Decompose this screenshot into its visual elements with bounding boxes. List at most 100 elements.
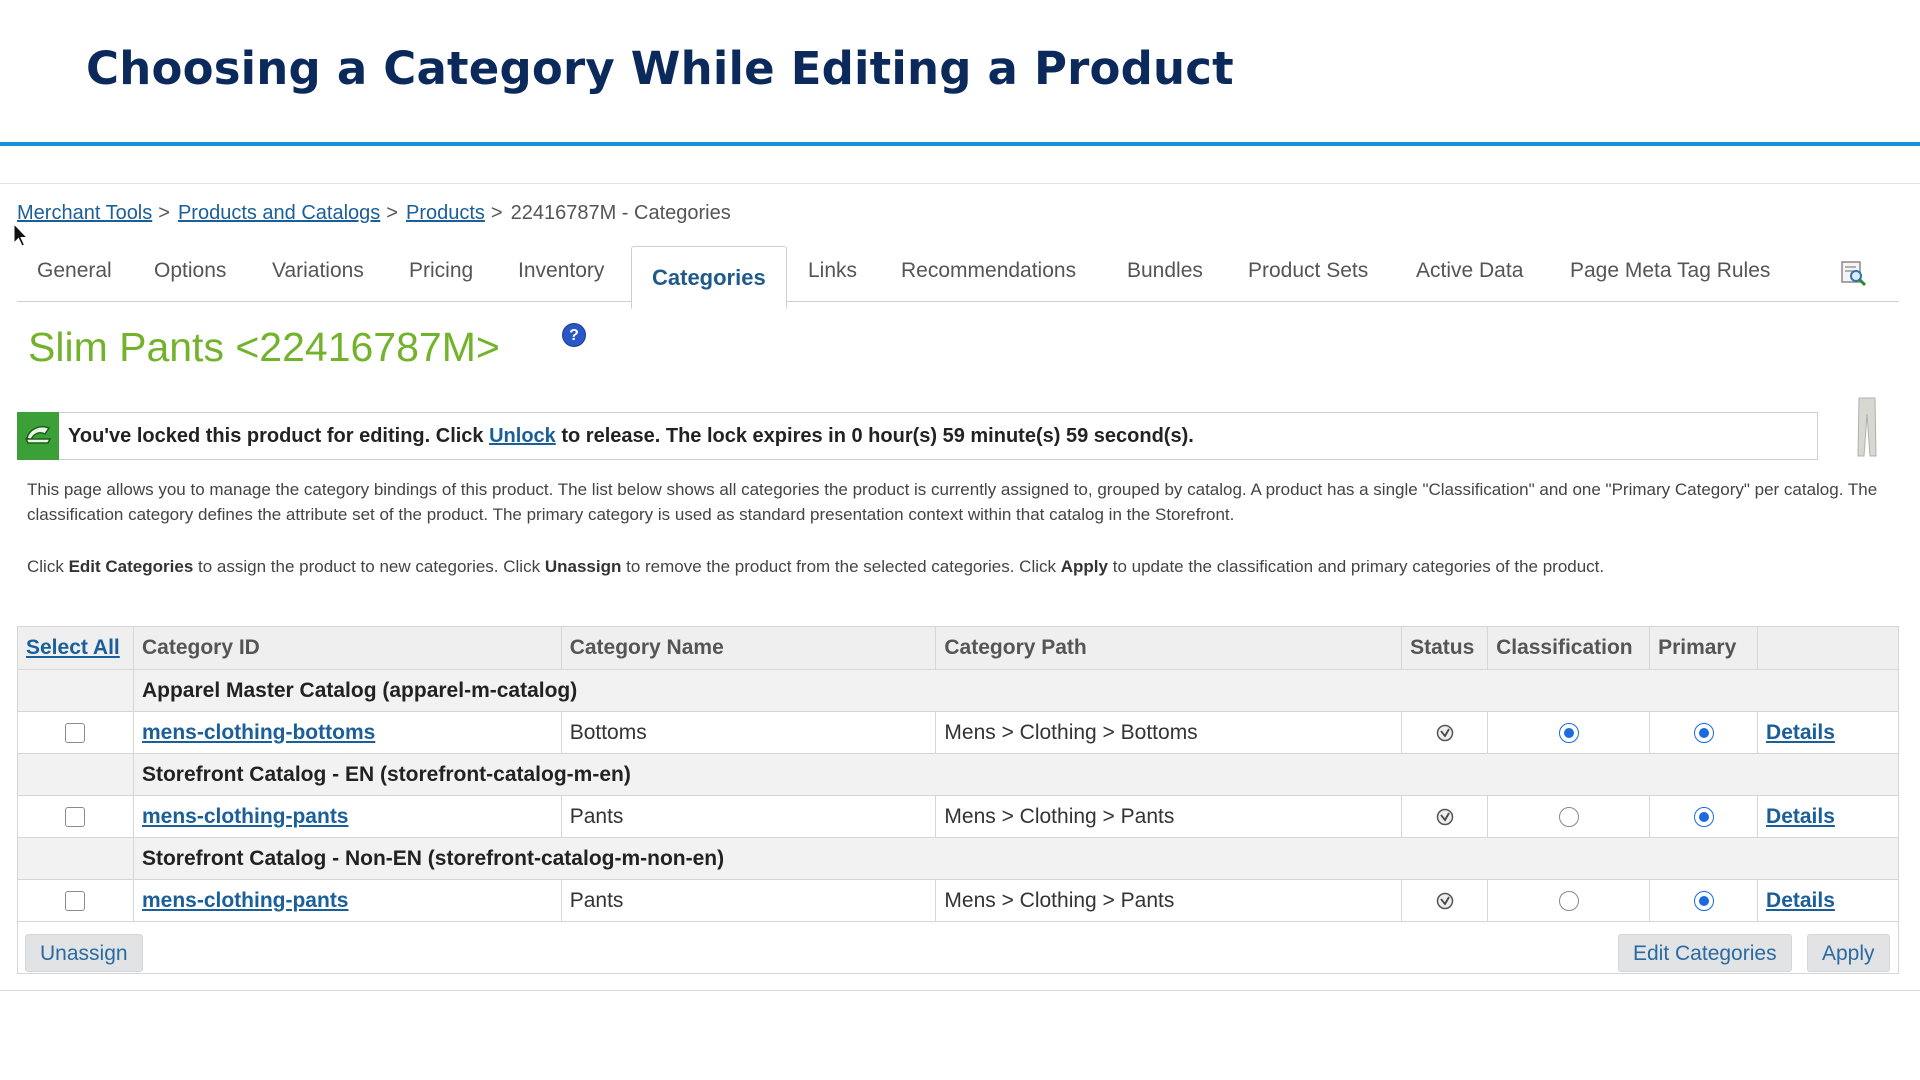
primary-cell [1649, 795, 1759, 838]
primary-header: Primary [1649, 626, 1759, 670]
select-all-header: Select All [17, 626, 134, 670]
status-cell [1401, 795, 1489, 838]
category-id-header: Category ID [132, 626, 562, 670]
breadcrumb-current: 22416787M - Categories [510, 202, 731, 224]
product-title: Slim Pants <22416787M> [28, 324, 500, 370]
product-thumbnail[interactable] [1853, 396, 1881, 458]
row-select-cell [17, 795, 134, 838]
classification-radio[interactable] [1558, 722, 1579, 743]
tab-general[interactable]: General [37, 243, 112, 301]
table-footer-row [17, 921, 1899, 974]
online-status-icon [1436, 892, 1453, 910]
tab-active-data[interactable]: Active Data [1416, 243, 1523, 301]
breadcrumb-merchant-tools[interactable]: Merchant Tools [17, 202, 152, 224]
select-all-link[interactable]: Select All [26, 636, 120, 659]
table-row: mens-clothing-pants Pants Mens > Clothin… [17, 795, 1899, 838]
details-cell: Details [1757, 795, 1899, 838]
table-row: mens-clothing-pants Pants Mens > Clothin… [17, 879, 1899, 922]
catalog-name: Storefront Catalog - EN (storefront-cata… [132, 753, 1900, 796]
details-cell: Details [1757, 711, 1899, 754]
lock-message-before: You've locked this product for editing. … [68, 425, 484, 447]
classification-radio[interactable] [1558, 890, 1579, 911]
category-path-cell: Mens > Clothing > Pants [935, 879, 1403, 922]
primary-cell [1649, 879, 1759, 922]
tab-options[interactable]: Options [154, 243, 226, 301]
lock-banner: You've locked this product for editing. … [17, 412, 1818, 460]
edit-categories-button[interactable]: Edit Categories [1618, 934, 1792, 972]
group-spacer-cell [17, 669, 134, 712]
instructions-unassign-term: Unassign [544, 557, 622, 576]
details-link[interactable]: Details [1766, 805, 1835, 828]
row-checkbox[interactable] [65, 806, 86, 827]
breadcrumb: Merchant Tools > Products and Catalogs > Pro… [17, 202, 731, 225]
catalog-name: Apparel Master Catalog (apparel-m-catalo… [132, 669, 1900, 712]
catalog-group-row: Storefront Catalog - Non-EN (storefront-… [17, 837, 1900, 880]
tab-inventory[interactable]: Inventory [518, 243, 604, 301]
category-id-cell: mens-clothing-pants [132, 795, 562, 838]
row-checkbox[interactable] [65, 722, 86, 743]
table-row: mens-clothing-bottoms Bottoms Mens > Clo… [17, 711, 1899, 754]
tab-page-meta-tag-rules[interactable]: Page Meta Tag Rules [1570, 243, 1770, 301]
instructions-paragraph: Click Edit Categories to assign the prod… [27, 554, 1887, 579]
tab-variations[interactable]: Variations [272, 243, 364, 301]
tab-pricing[interactable]: Pricing [409, 243, 473, 301]
search-preview-icon[interactable] [1840, 259, 1868, 287]
category-id-link[interactable]: mens-clothing-pants [142, 889, 349, 912]
help-icon[interactable]: ? [562, 323, 586, 347]
product-categories-panel: Merchant Tools > Products and Catalogs > Pro… [0, 183, 1920, 991]
tab-product-sets[interactable]: Product Sets [1248, 243, 1368, 301]
classification-cell [1487, 879, 1651, 922]
category-name-cell: Pants [560, 879, 937, 922]
instructions-text: to update the classification and primary… [1112, 557, 1605, 576]
primary-radio[interactable] [1693, 890, 1714, 911]
status-cell [1401, 879, 1489, 922]
breadcrumb-products-and-catalogs[interactable]: Products and Catalogs [178, 202, 380, 224]
slide-title: Choosing a Category While Editing a Prod… [86, 42, 1234, 95]
primary-radio[interactable] [1693, 722, 1714, 743]
row-checkbox[interactable] [65, 890, 86, 911]
tab-categories[interactable]: Categories [631, 246, 787, 309]
online-status-icon [1436, 724, 1453, 742]
category-path-cell: Mens > Clothing > Pants [935, 795, 1403, 838]
classification-radio[interactable] [1558, 806, 1579, 827]
row-select-cell [17, 879, 134, 922]
table-header-row: Select All Category ID Category Name Cat… [17, 626, 1899, 670]
unlock-link[interactable]: Unlock [489, 425, 556, 447]
breadcrumb-products[interactable]: Products [406, 202, 485, 224]
category-id-link[interactable]: mens-clothing-pants [142, 805, 349, 828]
tab-links[interactable]: Links [808, 243, 857, 301]
unassign-button[interactable]: Unassign [25, 934, 143, 972]
tab-bar: General Options Variations Pricing Inven… [17, 243, 1899, 309]
instructions-edit-term: Edit Categories [68, 557, 194, 576]
group-spacer-cell [17, 753, 134, 796]
category-name-header: Category Name [560, 626, 937, 670]
classification-header: Classification [1487, 626, 1651, 670]
breadcrumb-separator: > [490, 202, 503, 224]
tab-bundles[interactable]: Bundles [1127, 243, 1203, 301]
details-link[interactable]: Details [1766, 721, 1835, 744]
primary-radio[interactable] [1693, 806, 1714, 827]
breadcrumb-separator: > [386, 202, 398, 224]
lock-message: You've locked this product for editing. … [68, 425, 1194, 448]
classification-cell [1487, 711, 1651, 754]
category-name-cell: Pants [560, 795, 937, 838]
category-name-cell: Bottoms [560, 711, 937, 754]
description-paragraph: This page allows you to manage the categ… [27, 480, 1878, 524]
details-link[interactable]: Details [1766, 889, 1835, 912]
instructions-text: to assign the product to new categories.… [198, 557, 541, 576]
instructions-text: Click [27, 557, 64, 576]
tab-recommendations[interactable]: Recommendations [901, 243, 1076, 301]
breadcrumb-separator: > [158, 202, 170, 224]
category-path-cell: Mens > Clothing > Bottoms [935, 711, 1403, 754]
apply-button[interactable]: Apply [1807, 934, 1890, 972]
category-path-header: Category Path [935, 626, 1403, 670]
category-id-cell: mens-clothing-bottoms [132, 711, 562, 754]
category-id-link[interactable]: mens-clothing-bottoms [142, 721, 375, 744]
lock-status-icon [17, 412, 59, 460]
table-footer-cell [17, 921, 1899, 974]
row-select-cell [17, 711, 134, 754]
instructions-text: to remove the product from the selected … [626, 557, 1057, 576]
details-cell: Details [1757, 879, 1899, 922]
catalog-group-row: Storefront Catalog - EN (storefront-cata… [17, 753, 1900, 796]
status-cell [1401, 711, 1489, 754]
